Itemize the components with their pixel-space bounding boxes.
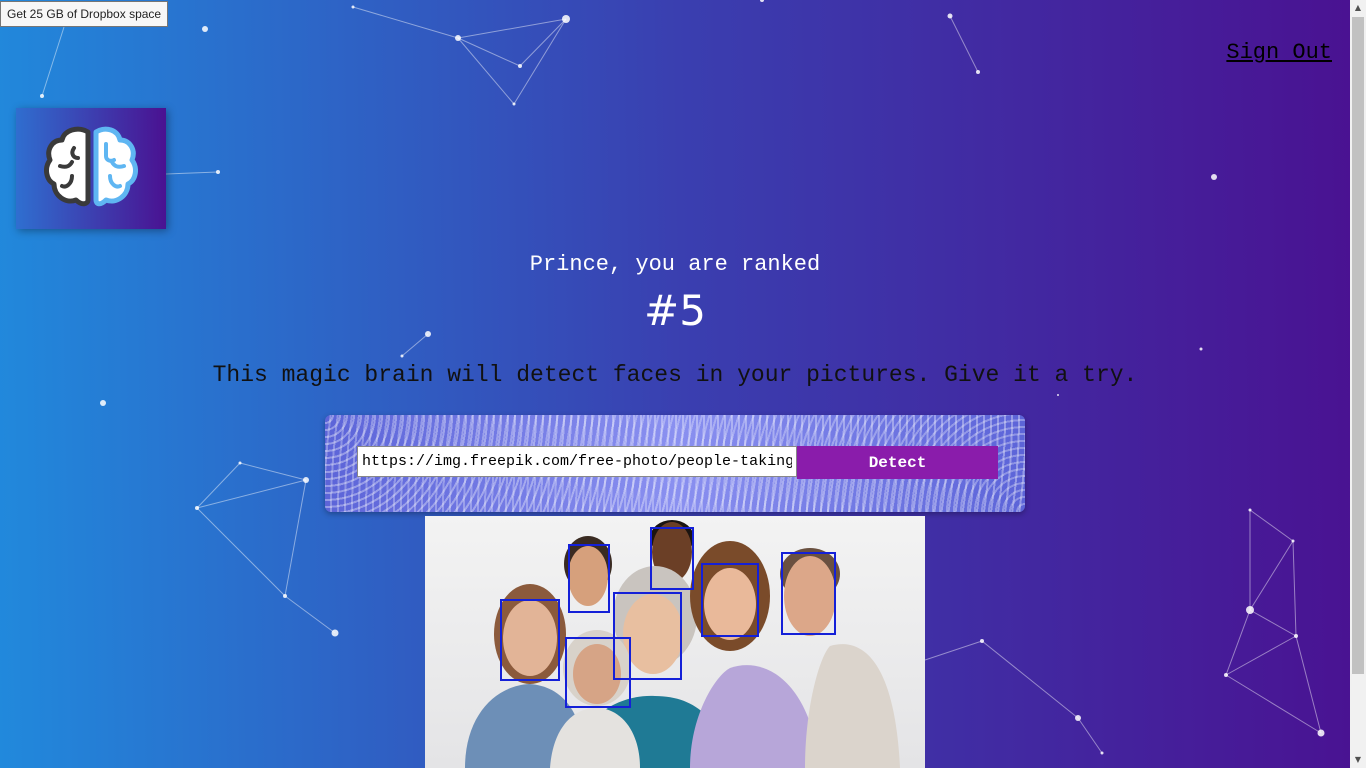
face-box	[500, 599, 560, 681]
image-url-input[interactable]	[357, 446, 797, 477]
scrollbar-thumb[interactable]	[1352, 17, 1364, 674]
rank-text: Prince, you are ranked	[529, 252, 821, 277]
face-box	[701, 563, 759, 637]
tagline: This magic brain will detect faces in yo…	[212, 362, 1138, 388]
sign-out-link[interactable]: Sign Out	[1226, 40, 1332, 65]
rank-number: #5	[644, 286, 706, 335]
result-image	[425, 516, 925, 768]
arrow-up-icon[interactable]: ▲	[1350, 0, 1366, 16]
brain-icon	[44, 126, 138, 207]
arrow-down-icon[interactable]: ▼	[1350, 752, 1366, 768]
image-link-form: Detect	[325, 415, 1025, 512]
detect-button[interactable]: Detect	[797, 446, 998, 479]
face-box	[565, 637, 631, 708]
vertical-scrollbar[interactable]: ▲ ▼	[1350, 0, 1366, 768]
dropbox-tooltip: Get 25 GB of Dropbox space	[0, 1, 169, 27]
face-box	[650, 527, 694, 590]
face-box	[568, 544, 610, 613]
brain-logo[interactable]	[16, 108, 166, 229]
face-box	[781, 552, 836, 635]
